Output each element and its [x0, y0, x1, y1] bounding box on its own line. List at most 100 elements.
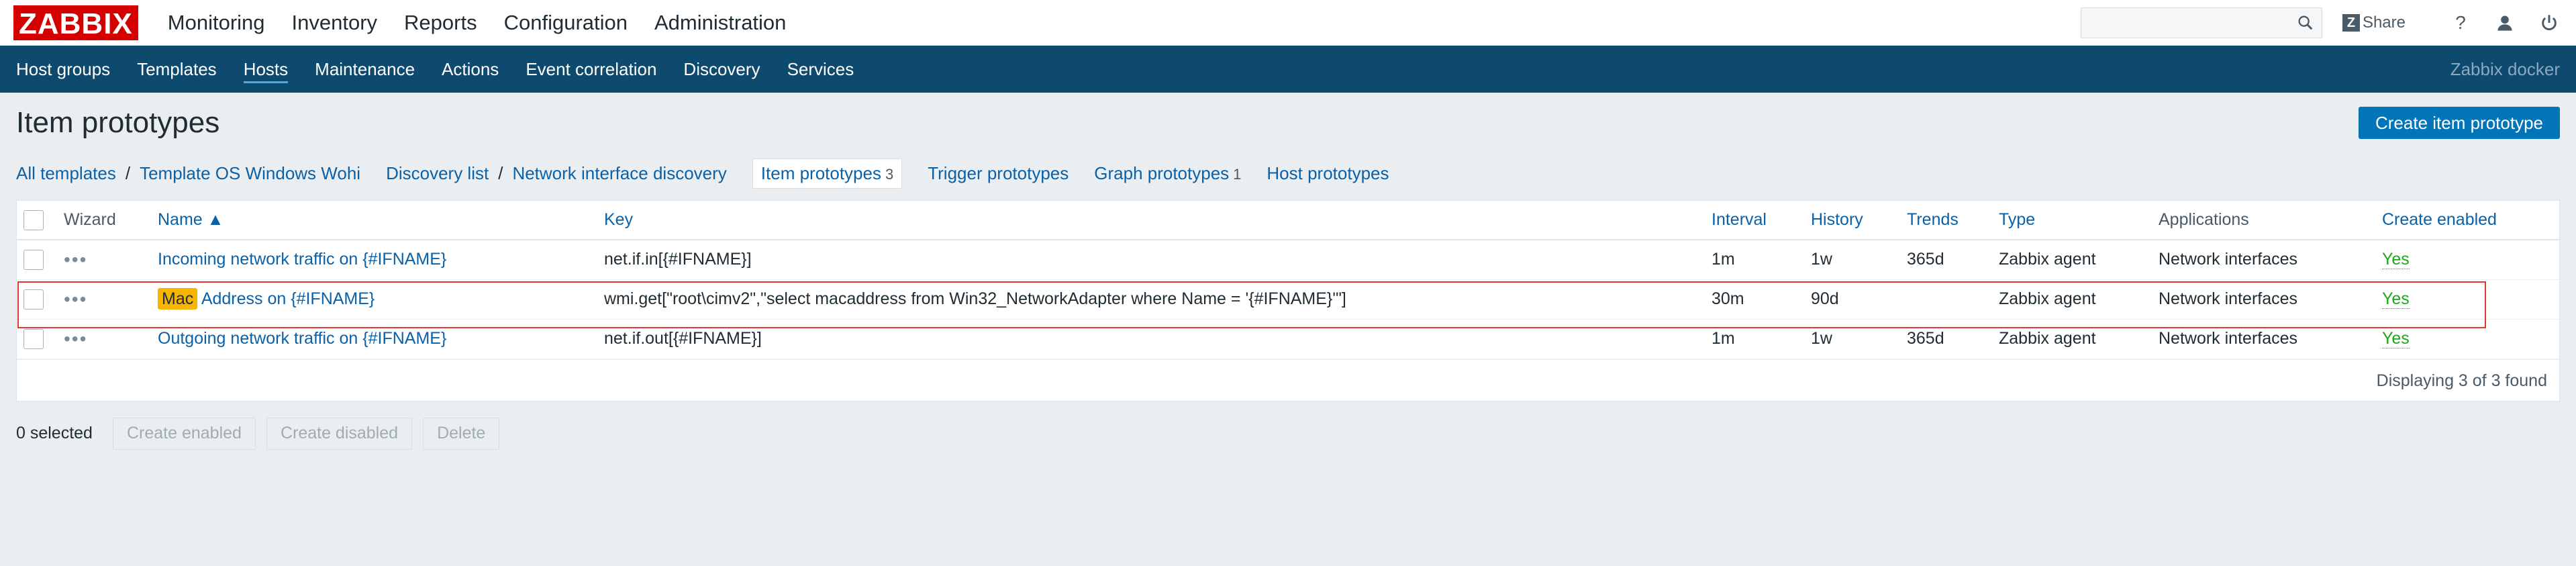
tab-label: Trigger prototypes — [928, 162, 1069, 183]
row-select-cell — [17, 319, 64, 359]
subnav-hosts[interactable]: Hosts — [230, 46, 301, 93]
item-name-link[interactable]: Outgoing network traffic on {#IFNAME} — [158, 329, 446, 348]
row-checkbox[interactable] — [23, 328, 44, 349]
breadcrumb-discovery-rule[interactable]: Network interface discovery — [512, 163, 726, 184]
user-profile-icon[interactable] — [2491, 9, 2518, 36]
share-label: Share — [2362, 13, 2406, 32]
history-cell: 90d — [1811, 279, 1907, 320]
item-prototypes-table: Wizard Name ▲ Key Interval History Trend… — [16, 200, 2560, 402]
header-key[interactable]: Key — [604, 201, 1712, 240]
breadcrumb: All templates / Template OS Windows Wohi… — [0, 153, 2576, 193]
history-cell: 1w — [1811, 240, 1907, 280]
page-header: Item prototypes Create item prototype — [0, 93, 2576, 153]
create-enabled-toggle[interactable]: Yes — [2382, 250, 2410, 270]
share-button[interactable]: Z Share — [2342, 13, 2406, 32]
type-cell: Zabbix agent — [1999, 240, 2159, 280]
header-create-enabled[interactable]: Create enabled — [2382, 201, 2559, 240]
table-row: ••• Outgoing network traffic on {#IFNAME… — [17, 319, 2559, 359]
tab-count: 1 — [1233, 165, 1242, 183]
menu-reports[interactable]: Reports — [391, 0, 491, 46]
breadcrumb-template[interactable]: Template OS Windows Wohi — [140, 163, 360, 184]
search-box — [2080, 7, 2322, 38]
name-cell: Mac Address on {#IFNAME} — [158, 279, 604, 320]
table-row: ••• Mac Address on {#IFNAME} wmi.get["ro… — [17, 279, 2559, 320]
key-cell: wmi.get["root\cimv2","select macaddress … — [604, 279, 1712, 320]
tab-label: Item prototypes — [760, 162, 881, 183]
create-enabled-cell: Yes — [2382, 240, 2559, 280]
table-header-row: Wizard Name ▲ Key Interval History Trend… — [17, 201, 2559, 240]
create-enabled-button[interactable]: Create enabled — [112, 417, 256, 450]
item-name-link[interactable]: Address on {#IFNAME} — [201, 289, 375, 308]
top-nav: ZABBIX Monitoring Inventory Reports Conf… — [0, 0, 2576, 46]
header-wizard: Wizard — [64, 201, 158, 240]
header-type[interactable]: Type — [1999, 201, 2159, 240]
subnav-actions[interactable]: Actions — [428, 46, 512, 93]
header-history[interactable]: History — [1811, 201, 1907, 240]
tab-item-prototypes[interactable]: Item prototypes 3 — [752, 158, 903, 189]
sign-out-icon[interactable] — [2536, 9, 2563, 36]
subnav-event-correlation[interactable]: Event correlation — [512, 46, 670, 93]
trends-cell: 365d — [1907, 319, 1999, 359]
trends-cell — [1907, 279, 1999, 320]
create-enabled-toggle[interactable]: Yes — [2382, 329, 2410, 348]
applications-cell: Network interfaces — [2159, 279, 2382, 320]
subnav-templates[interactable]: Templates — [123, 46, 230, 93]
create-enabled-cell: Yes — [2382, 319, 2559, 359]
top-right-tools: Z Share ? — [2080, 7, 2576, 38]
wizard-menu-icon[interactable]: ••• — [64, 289, 87, 310]
table-row: ••• Incoming network traffic on {#IFNAME… — [17, 240, 2559, 280]
mass-actions-bar: 0 selected Create enabled Create disable… — [0, 417, 2576, 450]
wizard-cell: ••• — [64, 240, 158, 280]
key-cell: net.if.out[{#IFNAME}] — [604, 319, 1712, 359]
subnav-discovery[interactable]: Discovery — [670, 46, 773, 93]
header-name[interactable]: Name ▲ — [158, 201, 604, 240]
interval-cell: 30m — [1712, 279, 1811, 320]
tab-label: Host prototypes — [1267, 162, 1389, 183]
breadcrumb-separator: / — [498, 162, 503, 183]
zabbix-logo[interactable]: ZABBIX — [13, 5, 138, 40]
breadcrumb-all-templates[interactable]: All templates — [16, 163, 116, 184]
wizard-menu-icon[interactable]: ••• — [64, 249, 87, 270]
tab-trigger-prototypes[interactable]: Trigger prototypes — [928, 163, 1069, 184]
key-cell: net.if.in[{#IFNAME}] — [604, 240, 1712, 280]
wizard-menu-icon[interactable]: ••• — [64, 328, 87, 349]
subnav-maintenance[interactable]: Maintenance — [301, 46, 428, 93]
page-title: Item prototypes — [16, 106, 220, 139]
row-select-cell — [17, 279, 64, 320]
wizard-cell: ••• — [64, 319, 158, 359]
search-icon[interactable] — [2296, 13, 2315, 32]
menu-inventory[interactable]: Inventory — [279, 0, 391, 46]
interval-cell: 1m — [1712, 319, 1811, 359]
help-icon[interactable]: ? — [2447, 9, 2474, 36]
tab-label: Graph prototypes — [1094, 162, 1230, 183]
row-checkbox[interactable] — [23, 289, 44, 310]
sub-nav: Host groups Templates Hosts Maintenance … — [0, 46, 2576, 93]
applications-cell: Network interfaces — [2159, 319, 2382, 359]
table-footer-count: Displaying 3 of 3 found — [17, 359, 2559, 401]
selected-count: 0 selected — [16, 424, 93, 442]
menu-monitoring[interactable]: Monitoring — [154, 0, 279, 46]
header-applications: Applications — [2159, 201, 2382, 240]
search-input[interactable] — [2081, 7, 2322, 38]
create-enabled-toggle[interactable]: Yes — [2382, 289, 2410, 309]
breadcrumb-discovery-list[interactable]: Discovery list — [386, 163, 489, 184]
create-disabled-button[interactable]: Create disabled — [266, 417, 413, 450]
tab-host-prototypes[interactable]: Host prototypes — [1267, 163, 1389, 184]
tab-graph-prototypes[interactable]: Graph prototypes 1 — [1094, 163, 1241, 184]
menu-configuration[interactable]: Configuration — [491, 0, 641, 46]
select-all-checkbox[interactable] — [23, 209, 44, 230]
delete-button[interactable]: Delete — [423, 417, 500, 450]
row-checkbox[interactable] — [23, 249, 44, 270]
menu-administration[interactable]: Administration — [641, 0, 799, 46]
breadcrumb-separator: / — [125, 162, 131, 183]
type-cell: Zabbix agent — [1999, 319, 2159, 359]
subnav-services[interactable]: Services — [774, 46, 868, 93]
zabbix-share-icon: Z — [2342, 13, 2360, 32]
header-trends[interactable]: Trends — [1907, 201, 1999, 240]
subnav-host-groups[interactable]: Host groups — [3, 46, 123, 93]
header-interval[interactable]: Interval — [1712, 201, 1811, 240]
history-cell: 1w — [1811, 319, 1907, 359]
create-item-prototype-button[interactable]: Create item prototype — [2358, 107, 2560, 139]
item-name-link[interactable]: Incoming network traffic on {#IFNAME} — [158, 250, 446, 269]
trends-cell: 365d — [1907, 240, 1999, 280]
